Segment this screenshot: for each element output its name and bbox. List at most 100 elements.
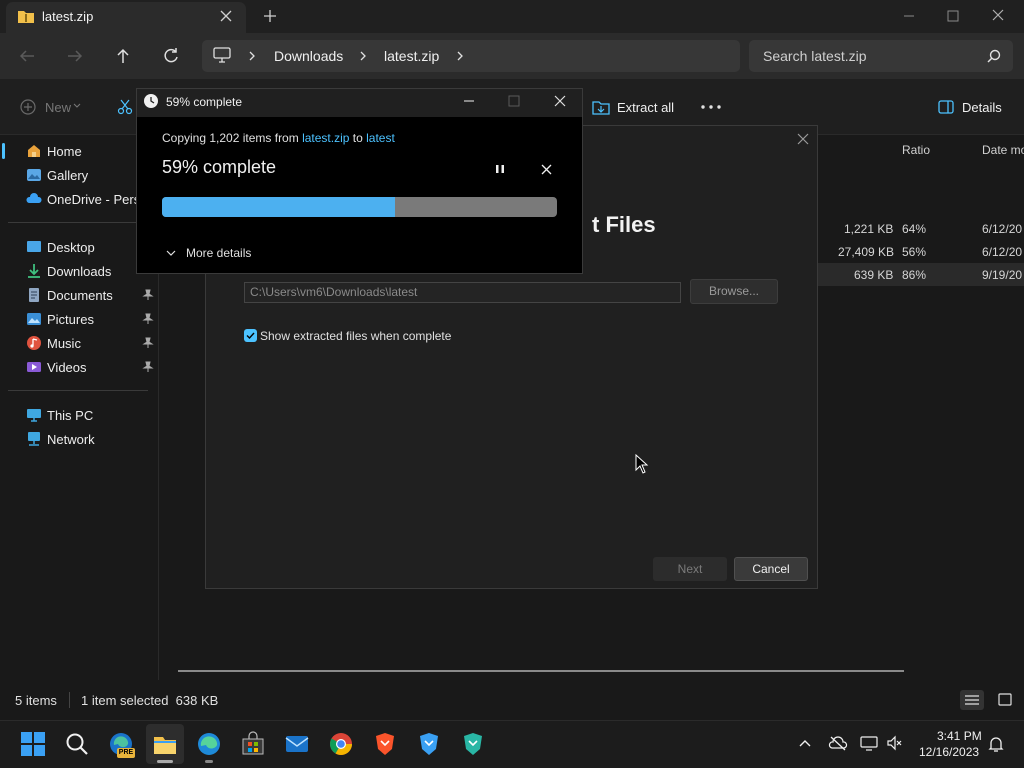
- item-count: 5 items: [15, 693, 57, 708]
- tiles-view-icon[interactable]: [994, 690, 1016, 710]
- column-header-ratio[interactable]: Ratio: [902, 143, 930, 157]
- chevron-down-icon[interactable]: [166, 249, 176, 257]
- brave-nightly-icon[interactable]: [460, 731, 486, 757]
- minimize-icon[interactable]: [462, 94, 476, 108]
- sidebar-item-label: Pictures: [47, 312, 94, 327]
- volume-muted-icon[interactable]: [886, 735, 904, 751]
- chrome-icon[interactable]: [328, 731, 354, 757]
- details-button[interactable]: Details: [962, 100, 1002, 115]
- chevron-right-icon[interactable]: [247, 50, 257, 62]
- edge-icon[interactable]: [196, 731, 222, 757]
- network-status-icon[interactable]: [860, 735, 878, 751]
- tab-close-icon[interactable]: [220, 10, 232, 22]
- sidebar-item-this-pc[interactable]: This PC: [0, 403, 158, 427]
- cut-icon[interactable]: [117, 99, 133, 115]
- pictures-icon: [26, 311, 42, 327]
- extract-dialog-heading: t Files: [592, 212, 656, 237]
- refresh-icon[interactable]: [162, 47, 180, 65]
- copy-status-middle: to: [349, 131, 367, 145]
- breadcrumb-downloads[interactable]: Downloads: [274, 48, 343, 64]
- sidebar-item-gallery[interactable]: Gallery: [0, 163, 158, 187]
- windows-start-icon[interactable]: [20, 731, 46, 757]
- sidebar-divider: [8, 222, 148, 223]
- column-header-date[interactable]: Date mo: [982, 143, 1024, 157]
- chevron-down-icon: [73, 103, 81, 109]
- search-icon[interactable]: [64, 731, 90, 757]
- table-cell-ratio: 86%: [902, 268, 927, 282]
- show-files-checkbox[interactable]: [244, 329, 257, 342]
- status-divider: [69, 692, 70, 708]
- sidebar-item-label: Desktop: [47, 240, 95, 255]
- more-details-toggle[interactable]: More details: [186, 246, 251, 260]
- tab-title: latest.zip: [42, 9, 94, 24]
- pause-icon[interactable]: [494, 163, 506, 175]
- next-button[interactable]: Next: [653, 557, 727, 581]
- maximize-icon[interactable]: [507, 94, 521, 108]
- sidebar-item-home[interactable]: Home: [0, 139, 158, 163]
- table-cell-size: 639 KB: [854, 268, 894, 282]
- table-cell-ratio: 64%: [902, 222, 927, 236]
- show-files-label: Show extracted files when complete: [260, 329, 452, 343]
- store-icon[interactable]: [240, 731, 266, 757]
- forward-arrow-icon[interactable]: [66, 47, 84, 65]
- sidebar-item-downloads[interactable]: Downloads: [0, 259, 158, 283]
- sidebar-item-pictures[interactable]: Pictures: [0, 307, 158, 331]
- sidebar-item-desktop[interactable]: Desktop: [0, 235, 158, 259]
- details-pane-icon: [938, 100, 954, 114]
- mail-icon[interactable]: [284, 731, 310, 757]
- window-close-icon[interactable]: [986, 5, 1010, 27]
- clock-date[interactable]: 12/16/2023: [919, 745, 979, 759]
- search-icon[interactable]: [987, 49, 1001, 63]
- dialog-close-icon[interactable]: [797, 133, 809, 145]
- pin-icon[interactable]: [142, 361, 154, 373]
- file-explorer-icon[interactable]: [152, 731, 178, 757]
- source-link[interactable]: latest.zip: [302, 131, 349, 145]
- browse-button[interactable]: Browse...: [690, 279, 778, 304]
- clock-time[interactable]: 3:41 PM: [937, 729, 982, 743]
- sidebar-item-label: Music: [47, 336, 81, 351]
- sidebar-item-label: Gallery: [47, 168, 89, 183]
- sidebar-item-videos[interactable]: Videos: [0, 355, 158, 379]
- back-arrow-icon[interactable]: [18, 47, 36, 65]
- brave-beta-icon[interactable]: [416, 731, 442, 757]
- search-input[interactable]: Search latest.zip: [763, 48, 867, 64]
- onedrive-offline-icon[interactable]: [828, 735, 848, 751]
- chevron-up-icon[interactable]: [798, 738, 812, 748]
- close-icon[interactable]: [553, 94, 567, 108]
- new-tab-icon[interactable]: [264, 10, 276, 22]
- chevron-right-icon[interactable]: [455, 50, 465, 62]
- sidebar-item-music[interactable]: Music: [0, 331, 158, 355]
- active-app-indicator: [157, 760, 173, 763]
- progress-bar-fill: [162, 197, 396, 217]
- destination-link[interactable]: latest: [366, 131, 395, 145]
- plus-circle-icon: [20, 99, 36, 115]
- sidebar-item-network[interactable]: Network: [0, 427, 158, 451]
- network-icon: [26, 431, 42, 447]
- table-cell-size: 1,221 KB: [844, 222, 894, 236]
- breadcrumb-latest-zip[interactable]: latest.zip: [384, 48, 439, 64]
- up-arrow-icon[interactable]: [114, 47, 132, 65]
- extract-all-button[interactable]: Extract all: [617, 100, 674, 115]
- more-options-icon[interactable]: [701, 105, 721, 109]
- chevron-right-icon[interactable]: [358, 50, 368, 62]
- cancel-button[interactable]: Cancel: [734, 557, 808, 581]
- sidebar-item-label: Downloads: [47, 264, 112, 279]
- sidebar-item-documents[interactable]: Documents: [0, 283, 158, 307]
- checkmark-icon: [246, 332, 255, 340]
- horizontal-scrollbar[interactable]: [178, 670, 904, 672]
- copy-status-text: Copying 1,202 items from latest.zip to l…: [162, 131, 395, 145]
- notification-bell-icon[interactable]: [988, 735, 1004, 753]
- details-view-icon[interactable]: [960, 690, 984, 710]
- sidebar-item-onedrive[interactable]: OneDrive - Perso: [0, 187, 158, 211]
- brave-icon[interactable]: [372, 731, 398, 757]
- extract-folder-icon: [592, 99, 610, 115]
- minimize-icon[interactable]: [898, 6, 920, 26]
- cancel-copy-icon[interactable]: [541, 164, 552, 175]
- pin-icon[interactable]: [142, 289, 154, 301]
- pin-icon[interactable]: [142, 313, 154, 325]
- new-button[interactable]: New: [45, 100, 71, 115]
- pin-icon[interactable]: [142, 337, 154, 349]
- desktop-icon: [26, 239, 42, 255]
- restore-icon[interactable]: [942, 6, 964, 26]
- cloud-icon: [26, 191, 42, 207]
